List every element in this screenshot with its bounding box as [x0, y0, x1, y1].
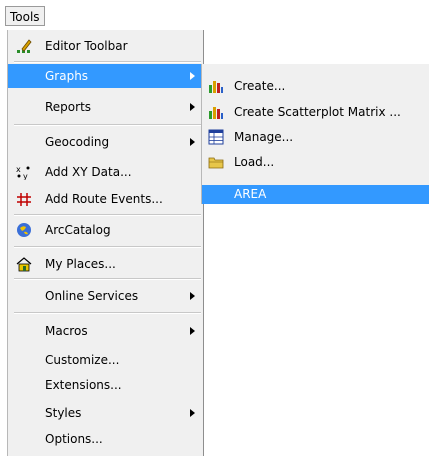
menu-separator — [14, 124, 201, 126]
menu-item-label: Macros — [45, 324, 88, 338]
svg-text:x: x — [16, 165, 21, 174]
menu-item-label: Graphs — [45, 69, 89, 83]
menu-item-editor-toolbar[interactable]: Editor Toolbar — [8, 34, 203, 58]
menu-item-label: My Places... — [45, 257, 116, 271]
tools-dropdown: Editor Toolbar Graphs Reports Geocoding … — [7, 30, 204, 456]
editor-toolbar-icon — [16, 38, 32, 54]
folder-icon — [208, 154, 224, 170]
tools-menu-label: Tools — [10, 10, 40, 24]
submenu-arrow-icon — [190, 103, 195, 111]
submenu-arrow-icon — [190, 409, 195, 417]
menu-separator — [14, 278, 201, 280]
menu-item-customize[interactable]: Customize... — [8, 348, 203, 372]
menu-item-label: Styles — [45, 406, 82, 420]
submenu-item-label: Create... — [234, 79, 286, 93]
submenu-item-label: Create Scatterplot Matrix ... — [234, 105, 401, 119]
graphs-submenu: Create... Create Scatterplot Matrix ... … — [201, 64, 429, 204]
menu-item-label: Options... — [45, 432, 103, 446]
menu-item-label: ArcCatalog — [45, 223, 111, 237]
xy-data-icon: x y — [16, 164, 32, 181]
menu-item-add-xy-data[interactable]: x y Add XY Data... — [8, 160, 203, 184]
submenu-arrow-icon — [190, 292, 195, 300]
arccatalog-icon — [16, 222, 32, 238]
menu-separator — [14, 312, 201, 314]
submenu-item-label: AREA — [234, 187, 267, 201]
menu-item-options[interactable]: Options... — [8, 427, 203, 451]
menu-item-macros[interactable]: Macros — [8, 319, 203, 343]
menu-item-label: Customize... — [45, 353, 120, 367]
menu-item-label: Geocoding — [45, 135, 110, 149]
menu-item-add-route-events[interactable]: Add Route Events... — [8, 187, 203, 211]
menu-item-label: Add Route Events... — [45, 192, 163, 206]
submenu-arrow-icon — [190, 327, 195, 335]
submenu-item-manage[interactable]: Manage... — [202, 125, 429, 149]
menu-item-geocoding[interactable]: Geocoding — [8, 130, 203, 154]
bar-chart-icon — [208, 104, 224, 120]
submenu-item-label: Manage... — [234, 130, 294, 144]
menu-item-graphs[interactable]: Graphs — [8, 64, 203, 88]
submenu-item-load[interactable]: Load... — [202, 150, 429, 174]
submenu-item-create-scatterplot-matrix[interactable]: Create Scatterplot Matrix ... — [202, 100, 429, 124]
menu-separator — [14, 214, 201, 216]
menu-item-label: Add XY Data... — [45, 165, 132, 179]
svg-text:y: y — [23, 172, 28, 180]
menu-separator — [14, 246, 201, 248]
submenu-item-label: Load... — [234, 155, 275, 169]
home-icon — [16, 256, 32, 272]
menu-bar: Tools — [0, 0, 429, 30]
tools-menu[interactable]: Tools — [5, 6, 45, 26]
menu-item-reports[interactable]: Reports — [8, 95, 203, 119]
submenu-item-area[interactable]: AREA — [202, 185, 429, 204]
menu-item-label: Reports — [45, 100, 92, 114]
submenu-item-create[interactable]: Create... — [202, 74, 429, 98]
route-events-icon — [16, 191, 32, 207]
menu-item-extensions[interactable]: Extensions... — [8, 373, 203, 397]
menu-item-label: Editor Toolbar — [45, 39, 128, 53]
menu-item-styles[interactable]: Styles — [8, 401, 203, 425]
submenu-arrow-icon — [190, 138, 195, 146]
menu-item-arccatalog[interactable]: ArcCatalog — [8, 218, 203, 242]
bar-chart-icon — [208, 78, 224, 94]
menu-item-label: Extensions... — [45, 378, 122, 392]
menu-item-label: Online Services — [45, 289, 139, 303]
table-icon — [208, 129, 224, 145]
menu-item-my-places[interactable]: My Places... — [8, 252, 203, 276]
menu-item-online-services[interactable]: Online Services — [8, 284, 203, 308]
submenu-arrow-icon — [190, 72, 195, 80]
menu-separator — [14, 61, 201, 63]
